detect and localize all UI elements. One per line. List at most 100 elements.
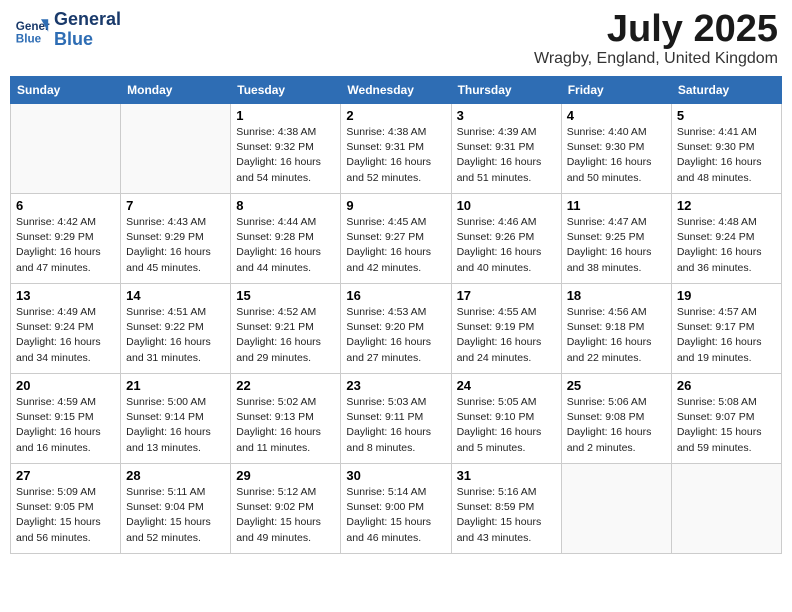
location-text: Wragby, England, United Kingdom xyxy=(534,50,778,68)
calendar-week-row: 6Sunrise: 4:42 AM Sunset: 9:29 PM Daylig… xyxy=(11,194,782,284)
calendar-week-row: 13 Sunrise: 4:49 AM Sunset: 9:24 PM Dayli… xyxy=(11,284,782,374)
day-number: 28 xyxy=(126,468,225,483)
calendar-cell: 20 Sunrise: 4:59 AM Sunset: 9:15 PM Dayli… xyxy=(11,374,121,464)
day-info: Sunrise: 4:41 AM Sunset: 9:30 PM Dayligh… xyxy=(677,125,776,186)
calendar-week-row: 20 Sunrise: 4:59 AM Sunset: 9:15 PM Dayli… xyxy=(11,374,782,464)
day-info: Sunrise: 4:53 AM Sunset: 9:20 PM Dayligh… xyxy=(346,305,445,366)
day-info: Sunrise: 4:55 AM Sunset: 9:19 PM Dayligh… xyxy=(457,305,556,366)
day-info: Sunrise: 4:47 AM Sunset: 9:25 PM Dayligh… xyxy=(567,215,666,276)
calendar-cell: 13 Sunrise: 4:49 AM Sunset: 9:24 PM Dayli… xyxy=(11,284,121,374)
day-number: 18 xyxy=(567,288,666,303)
calendar-cell: 3 Sunrise: 4:39 AM Sunset: 9:31 PM Daylig… xyxy=(451,104,561,194)
calendar-cell: 1 Sunrise: 4:38 AM Sunset: 9:32 PM Daylig… xyxy=(231,104,341,194)
day-number: 29 xyxy=(236,468,335,483)
day-info: Sunrise: 4:49 AM Sunset: 9:24 PM Dayligh… xyxy=(16,305,115,366)
day-info: Sunrise: 5:11 AM Sunset: 9:04 PM Dayligh… xyxy=(126,485,225,546)
logo-line1: General xyxy=(54,10,121,30)
weekday-header-tuesday: Tuesday xyxy=(231,77,341,104)
day-info: Sunrise: 5:00 AM Sunset: 9:14 PM Dayligh… xyxy=(126,395,225,456)
month-title: July 2025 xyxy=(534,10,778,48)
calendar-cell: 15 Sunrise: 4:52 AM Sunset: 9:21 PM Dayli… xyxy=(231,284,341,374)
logo-text: General Blue xyxy=(54,10,121,50)
calendar-cell: 18 Sunrise: 4:56 AM Sunset: 9:18 PM Dayli… xyxy=(561,284,671,374)
day-number: 7 xyxy=(126,198,225,213)
day-number: 19 xyxy=(677,288,776,303)
day-info: Sunrise: 5:05 AM Sunset: 9:10 PM Dayligh… xyxy=(457,395,556,456)
calendar-cell: 6Sunrise: 4:42 AM Sunset: 9:29 PM Daylig… xyxy=(11,194,121,284)
calendar-cell: 9Sunrise: 4:45 AM Sunset: 9:27 PM Daylig… xyxy=(341,194,451,284)
calendar-cell: 21Sunrise: 5:00 AM Sunset: 9:14 PM Dayli… xyxy=(121,374,231,464)
day-info: Sunrise: 4:52 AM Sunset: 9:21 PM Dayligh… xyxy=(236,305,335,366)
calendar-table: SundayMondayTuesdayWednesdayThursdayFrid… xyxy=(10,76,782,554)
calendar-cell: 16 Sunrise: 4:53 AM Sunset: 9:20 PM Dayli… xyxy=(341,284,451,374)
day-number: 23 xyxy=(346,378,445,393)
day-number: 22 xyxy=(236,378,335,393)
day-info: Sunrise: 5:02 AM Sunset: 9:13 PM Dayligh… xyxy=(236,395,335,456)
day-info: Sunrise: 4:48 AM Sunset: 9:24 PM Dayligh… xyxy=(677,215,776,276)
day-info: Sunrise: 5:14 AM Sunset: 9:00 PM Dayligh… xyxy=(346,485,445,546)
day-info: Sunrise: 4:57 AM Sunset: 9:17 PM Dayligh… xyxy=(677,305,776,366)
day-number: 25 xyxy=(567,378,666,393)
calendar-cell: 27Sunrise: 5:09 AM Sunset: 9:05 PM Dayli… xyxy=(11,464,121,554)
day-number: 13 xyxy=(16,288,115,303)
logo: General Blue General Blue xyxy=(14,10,121,50)
day-number: 3 xyxy=(457,108,556,123)
calendar-week-row: 1 Sunrise: 4:38 AM Sunset: 9:32 PM Daylig… xyxy=(11,104,782,194)
weekday-header-row: SundayMondayTuesdayWednesdayThursdayFrid… xyxy=(11,77,782,104)
weekday-header-saturday: Saturday xyxy=(671,77,781,104)
weekday-header-monday: Monday xyxy=(121,77,231,104)
day-number: 16 xyxy=(346,288,445,303)
day-number: 15 xyxy=(236,288,335,303)
calendar-cell: 14Sunrise: 4:51 AM Sunset: 9:22 PM Dayli… xyxy=(121,284,231,374)
calendar-cell: 28 Sunrise: 5:11 AM Sunset: 9:04 PM Dayli… xyxy=(121,464,231,554)
day-info: Sunrise: 4:42 AM Sunset: 9:29 PM Dayligh… xyxy=(16,215,115,276)
day-number: 5 xyxy=(677,108,776,123)
day-info: Sunrise: 4:44 AM Sunset: 9:28 PM Dayligh… xyxy=(236,215,335,276)
day-info: Sunrise: 5:03 AM Sunset: 9:11 PM Dayligh… xyxy=(346,395,445,456)
calendar-cell: 30 Sunrise: 5:14 AM Sunset: 9:00 PM Dayli… xyxy=(341,464,451,554)
day-info: Sunrise: 4:39 AM Sunset: 9:31 PM Dayligh… xyxy=(457,125,556,186)
calendar-cell: 31Sunrise: 5:16 AM Sunset: 8:59 PM Dayli… xyxy=(451,464,561,554)
svg-text:Blue: Blue xyxy=(16,32,42,45)
calendar-cell: 26Sunrise: 5:08 AM Sunset: 9:07 PM Dayli… xyxy=(671,374,781,464)
day-number: 2 xyxy=(346,108,445,123)
calendar-cell: 4 Sunrise: 4:40 AM Sunset: 9:30 PM Daylig… xyxy=(561,104,671,194)
day-number: 9 xyxy=(346,198,445,213)
calendar-cell: 25 Sunrise: 5:06 AM Sunset: 9:08 PM Dayli… xyxy=(561,374,671,464)
weekday-header-wednesday: Wednesday xyxy=(341,77,451,104)
day-info: Sunrise: 5:06 AM Sunset: 9:08 PM Dayligh… xyxy=(567,395,666,456)
day-info: Sunrise: 4:40 AM Sunset: 9:30 PM Dayligh… xyxy=(567,125,666,186)
calendar-cell: 22 Sunrise: 5:02 AM Sunset: 9:13 PM Dayli… xyxy=(231,374,341,464)
day-number: 4 xyxy=(567,108,666,123)
calendar-cell xyxy=(671,464,781,554)
weekday-header-friday: Friday xyxy=(561,77,671,104)
calendar-cell: 17Sunrise: 4:55 AM Sunset: 9:19 PM Dayli… xyxy=(451,284,561,374)
page-header: General Blue General Blue July 2025 Wrag… xyxy=(10,10,782,68)
day-number: 26 xyxy=(677,378,776,393)
logo-line2: Blue xyxy=(54,30,121,50)
day-number: 24 xyxy=(457,378,556,393)
day-info: Sunrise: 4:43 AM Sunset: 9:29 PM Dayligh… xyxy=(126,215,225,276)
calendar-cell xyxy=(561,464,671,554)
day-info: Sunrise: 4:46 AM Sunset: 9:26 PM Dayligh… xyxy=(457,215,556,276)
day-info: Sunrise: 4:38 AM Sunset: 9:32 PM Dayligh… xyxy=(236,125,335,186)
calendar-cell xyxy=(11,104,121,194)
day-info: Sunrise: 4:38 AM Sunset: 9:31 PM Dayligh… xyxy=(346,125,445,186)
day-number: 20 xyxy=(16,378,115,393)
calendar-week-row: 27Sunrise: 5:09 AM Sunset: 9:05 PM Dayli… xyxy=(11,464,782,554)
logo-icon: General Blue xyxy=(14,12,50,48)
weekday-header-thursday: Thursday xyxy=(451,77,561,104)
calendar-cell: 19 Sunrise: 4:57 AM Sunset: 9:17 PM Dayli… xyxy=(671,284,781,374)
day-number: 10 xyxy=(457,198,556,213)
calendar-cell: 8Sunrise: 4:44 AM Sunset: 9:28 PM Daylig… xyxy=(231,194,341,284)
day-number: 11 xyxy=(567,198,666,213)
title-block: July 2025 Wragby, England, United Kingdo… xyxy=(534,10,778,68)
calendar-cell: 2 Sunrise: 4:38 AM Sunset: 9:31 PM Daylig… xyxy=(341,104,451,194)
day-info: Sunrise: 5:16 AM Sunset: 8:59 PM Dayligh… xyxy=(457,485,556,546)
day-info: Sunrise: 4:59 AM Sunset: 9:15 PM Dayligh… xyxy=(16,395,115,456)
day-info: Sunrise: 5:12 AM Sunset: 9:02 PM Dayligh… xyxy=(236,485,335,546)
day-number: 1 xyxy=(236,108,335,123)
day-info: Sunrise: 4:56 AM Sunset: 9:18 PM Dayligh… xyxy=(567,305,666,366)
calendar-cell: 10 Sunrise: 4:46 AM Sunset: 9:26 PM Dayli… xyxy=(451,194,561,284)
day-number: 30 xyxy=(346,468,445,483)
